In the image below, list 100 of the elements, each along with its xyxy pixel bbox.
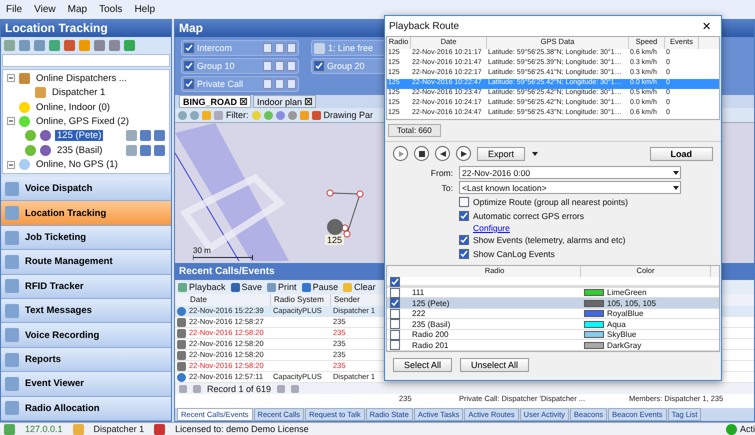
color-name: Aqua	[607, 320, 626, 328]
option-label: Optimize Route (group all nearest points)	[473, 197, 628, 207]
next-button[interactable]	[456, 146, 471, 161]
nav-button[interactable]: Text Messages	[1, 299, 171, 324]
total-count: Total: 660	[388, 124, 441, 137]
server-address: 127.0.0.1	[25, 424, 63, 434]
toolbar-icon	[343, 282, 352, 292]
export-button[interactable]: Export	[477, 146, 526, 160]
checkbox[interactable]	[390, 340, 400, 350]
dialog-title: Playback Route	[389, 20, 460, 32]
option-label: Show CanLog Events	[473, 249, 555, 259]
nav-button[interactable]: Location Tracking	[1, 201, 171, 226]
tree-item[interactable]: Online Dispatchers ...	[34, 72, 129, 84]
table-cell-text: 222	[411, 308, 426, 318]
toolbar-button[interactable]: Print	[278, 282, 297, 292]
table-cell-text: 125 (Pete)	[411, 298, 450, 308]
toolbar-button[interactable]: Save	[242, 282, 262, 292]
to-label: To:	[440, 182, 453, 192]
map-tab[interactable]: BING_ROAD	[179, 95, 252, 108]
table-cell-text: 111	[411, 288, 426, 298]
option-label: Automatic correct GPS errors	[473, 211, 584, 221]
tree-item[interactable]: Online, Indoor (0)	[34, 102, 112, 113]
map-tab[interactable]: Indoor plan	[253, 95, 316, 108]
collapse-icon[interactable]	[7, 74, 15, 82]
checkbox[interactable]	[459, 235, 469, 245]
menu-item[interactable]: Tools	[99, 4, 122, 15]
stop-button[interactable]	[414, 146, 429, 161]
toolbar-icon	[267, 282, 276, 292]
toolbar-button[interactable]: Clear	[354, 282, 376, 292]
close-icon[interactable]	[305, 98, 312, 105]
previous-icon	[440, 150, 446, 156]
close-button[interactable]: ✕	[696, 18, 717, 34]
checkbox[interactable]	[459, 211, 469, 221]
play-icon	[398, 150, 404, 156]
nav-button[interactable]: Event Viewer	[1, 372, 171, 397]
color-name: LimeGreen	[607, 288, 647, 297]
checkbox[interactable]	[390, 277, 400, 287]
table-cell-text: 235 (Basil)	[411, 319, 452, 329]
record-counter: Record 1 of 619	[207, 384, 272, 394]
nav-button[interactable]: Reports	[1, 348, 171, 372]
color-name: SkyBlue	[607, 330, 636, 339]
color-name: 105, 105, 105	[607, 298, 656, 308]
unselect-all-button[interactable]: Unselect All	[460, 358, 530, 372]
menu-item[interactable]: Help	[134, 4, 156, 15]
checkbox[interactable]	[314, 61, 324, 71]
nav-button[interactable]: Radio Allocation	[1, 396, 171, 421]
menu-item[interactable]: View	[34, 4, 56, 15]
checkbox[interactable]	[459, 197, 469, 207]
nav-button[interactable]: Voice Dispatch	[1, 177, 171, 202]
toolbar-button[interactable]: Pause	[312, 282, 338, 292]
toolbar-icon	[230, 282, 240, 292]
checkbox[interactable]	[390, 308, 400, 318]
checkbox[interactable]	[390, 298, 400, 308]
tree-item[interactable]: 125 (Pete)	[55, 130, 104, 142]
checkbox[interactable]	[184, 79, 194, 89]
menu-item[interactable]: Map	[68, 4, 88, 15]
table-cell-text: Radio 201	[411, 340, 450, 350]
menu-item[interactable]: File	[6, 4, 22, 15]
load-button[interactable]: Load	[650, 146, 713, 160]
checkbox[interactable]	[390, 330, 400, 340]
user-name: Dispatcher 1	[94, 424, 144, 434]
nav-button[interactable]: Job Ticketing	[1, 226, 171, 250]
tree-item[interactable]: 235 (Basil)	[55, 144, 104, 156]
color-name: DarkGray	[607, 340, 642, 350]
toolbar-icon	[178, 282, 187, 292]
status-text: Acti	[740, 424, 755, 434]
option-label: Show Events (telemetry, alarms and etc)	[473, 235, 626, 245]
color-name: RoyalBlue	[607, 309, 644, 318]
checkbox[interactable]	[459, 249, 469, 259]
tree-item[interactable]: Online, GPS Fixed (2)	[34, 116, 131, 127]
nav-button[interactable]: RFID Tracker	[1, 274, 171, 300]
tree-item[interactable]: Online, No GPS (1)	[34, 159, 120, 170]
toolbar-button[interactable]: Playback	[189, 282, 226, 292]
checkbox[interactable]	[184, 61, 194, 71]
previous-button[interactable]	[435, 146, 450, 161]
checkbox[interactable]	[184, 43, 194, 53]
close-icon[interactable]	[240, 98, 248, 105]
next-icon	[460, 150, 466, 156]
search-field[interactable]	[2, 54, 170, 67]
table-cell-text: Radio 200	[411, 330, 450, 340]
drawing-panel-button[interactable]: Drawing Par	[324, 110, 374, 120]
select-all-button[interactable]: Select All	[393, 358, 452, 372]
from-label: From:	[430, 168, 453, 178]
collapse-icon[interactable]	[7, 160, 15, 169]
play-button[interactable]	[393, 146, 408, 161]
checkbox[interactable]	[390, 288, 400, 298]
to-dropdown[interactable]: <Last known location>	[459, 181, 681, 194]
tree-item[interactable]: Dispatcher 1	[50, 87, 108, 98]
scale-bar	[193, 255, 253, 260]
toolbar-icon	[302, 282, 311, 292]
collapse-icon[interactable]	[7, 117, 15, 126]
license-text: Licensed to: demo Demo License	[175, 424, 309, 434]
stop-icon	[418, 150, 424, 156]
nav-button[interactable]: Voice Recording	[1, 323, 171, 348]
panel-title: Location Tracking	[1, 20, 171, 37]
configure-link[interactable]: Configure	[473, 223, 510, 233]
from-dropdown[interactable]: 22-Nov-2016 0:00	[459, 166, 681, 179]
filter-label: Filter:	[226, 110, 248, 120]
checkbox[interactable]	[390, 319, 400, 329]
nav-button[interactable]: Route Management	[1, 250, 171, 275]
